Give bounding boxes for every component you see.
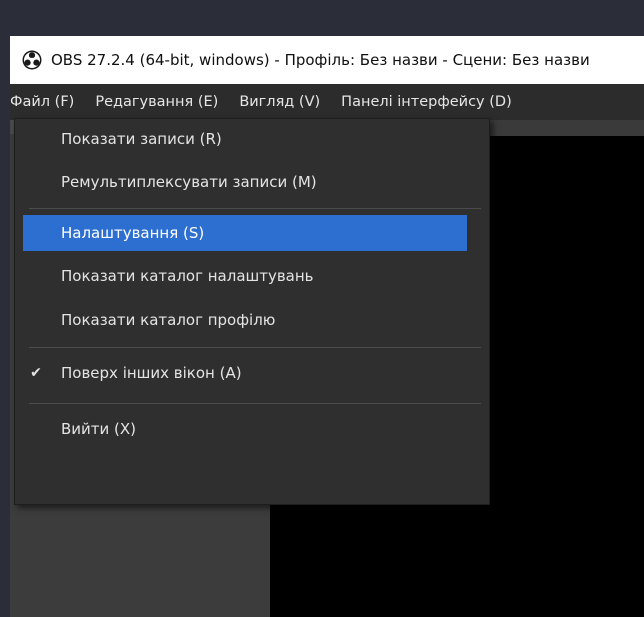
menu-item-label: Показати каталог профілю xyxy=(61,311,276,329)
title-bar[interactable]: OBS 27.2.4 (64-bit, windows) - Профіль: … xyxy=(10,36,644,84)
menu-item-remux-recordings[interactable]: Ремультиплексувати записи (M) xyxy=(23,164,467,200)
menu-item-show-profile-folder[interactable]: Показати каталог профілю xyxy=(23,302,467,338)
menu-docks[interactable]: Панелі інтерфейсу (D) xyxy=(331,84,523,120)
menu-item-label: Ремультиплексувати записи (M) xyxy=(61,173,317,191)
menu-item-exit[interactable]: Вийти (X) xyxy=(23,411,467,447)
check-icon: ✔ xyxy=(30,365,42,381)
menu-item-settings[interactable]: Налаштування (S) xyxy=(23,215,467,251)
menu-item-label: Показати записи (R) xyxy=(61,130,222,148)
menu-separator xyxy=(29,208,481,209)
desktop-background xyxy=(0,0,644,36)
menu-item-show-settings-folder[interactable]: Показати каталог налаштувань xyxy=(23,258,467,294)
menu-item-label: Налаштування (S) xyxy=(61,224,205,242)
menu-item-show-recordings[interactable]: Показати записи (R) xyxy=(23,121,467,157)
menu-item-label: Поверх інших вікон (A) xyxy=(61,364,242,382)
menu-edit[interactable]: Редагування (E) xyxy=(85,84,229,120)
menu-bar: Файл (F) Редагування (E) Вигляд (V) Пане… xyxy=(10,84,644,120)
menu-item-label: Показати каталог налаштувань xyxy=(61,267,314,285)
obs-logo-icon xyxy=(22,50,42,70)
menu-separator xyxy=(29,403,481,404)
screen: OBS 27.2.4 (64-bit, windows) - Профіль: … xyxy=(0,0,644,617)
menu-separator xyxy=(29,347,481,348)
menu-item-label: Вийти (X) xyxy=(61,420,137,438)
menu-item-always-on-top[interactable]: ✔ Поверх інших вікон (A) xyxy=(23,355,467,391)
file-menu-dropdown: Показати записи (R) Ремультиплексувати з… xyxy=(14,118,490,505)
window-title: OBS 27.2.4 (64-bit, windows) - Профіль: … xyxy=(51,51,590,69)
menu-view[interactable]: Вигляд (V) xyxy=(229,84,331,120)
menu-file[interactable]: Файл (F) xyxy=(10,84,86,120)
